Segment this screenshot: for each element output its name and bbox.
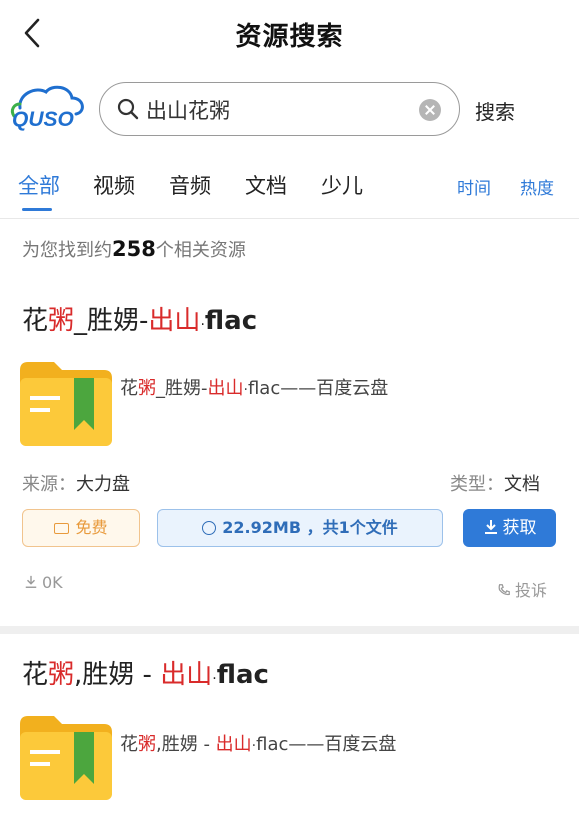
info-icon [202,521,217,535]
tab-audio[interactable]: 音频 [169,170,211,200]
report-link[interactable]: 投诉 [497,577,547,601]
result-description: 花粥,胜娚 - 出山·flac——百度云盘 [120,734,397,755]
source-info: 来源：大力盘 [22,474,130,495]
phone-icon [498,584,510,596]
download-icon [484,520,497,534]
active-tab-indicator [22,208,52,211]
search-box[interactable]: 出山花粥 [99,82,460,136]
quso-logo: QUSO [10,85,84,131]
free-badge: 免费 [22,509,140,547]
tab-docs[interactable]: 文档 [245,170,287,200]
result-title[interactable]: 花粥,胜娚 - 出山·flac [22,654,269,691]
search-button[interactable]: 搜索 [475,96,515,125]
sort-by-time[interactable]: 时间 [457,174,491,199]
category-tabs: 全部 视频 音频 文档 少儿 时间 热度 [0,160,579,216]
type-info: 类型：文档 [450,474,540,495]
results-count: 为您找到约258个相关资源 [22,237,246,261]
top-bar: 资源搜索 [0,0,579,66]
result-title[interactable]: 花粥_胜娚-出山·flac [22,300,257,337]
download-icon [25,575,37,588]
section-separator [0,626,579,634]
result-description: 花粥_胜娚-出山·flac——百度云盘 [120,378,389,399]
folder-icon [20,362,112,446]
tab-video[interactable]: 视频 [93,170,135,200]
search-icon [117,98,139,120]
search-row: QUSO 出山花粥 搜索 [0,78,579,142]
results-number: 258 [112,237,156,261]
get-button[interactable]: 获取 [463,509,556,547]
folder-icon [20,716,112,800]
search-input[interactable]: 出山花粥 [146,95,230,125]
page-title: 资源搜索 [235,22,344,52]
download-count: 0K [24,573,63,592]
size-info: 22.92MB ，共1个文件 [157,509,443,547]
tab-kids[interactable]: 少儿 [321,170,363,200]
tab-all[interactable]: 全部 [18,170,60,200]
sort-by-hot[interactable]: 热度 [520,174,554,199]
clear-icon[interactable] [419,99,441,121]
logo-text: QUSO [12,108,74,131]
divider [0,218,579,219]
ticket-icon [54,523,70,534]
